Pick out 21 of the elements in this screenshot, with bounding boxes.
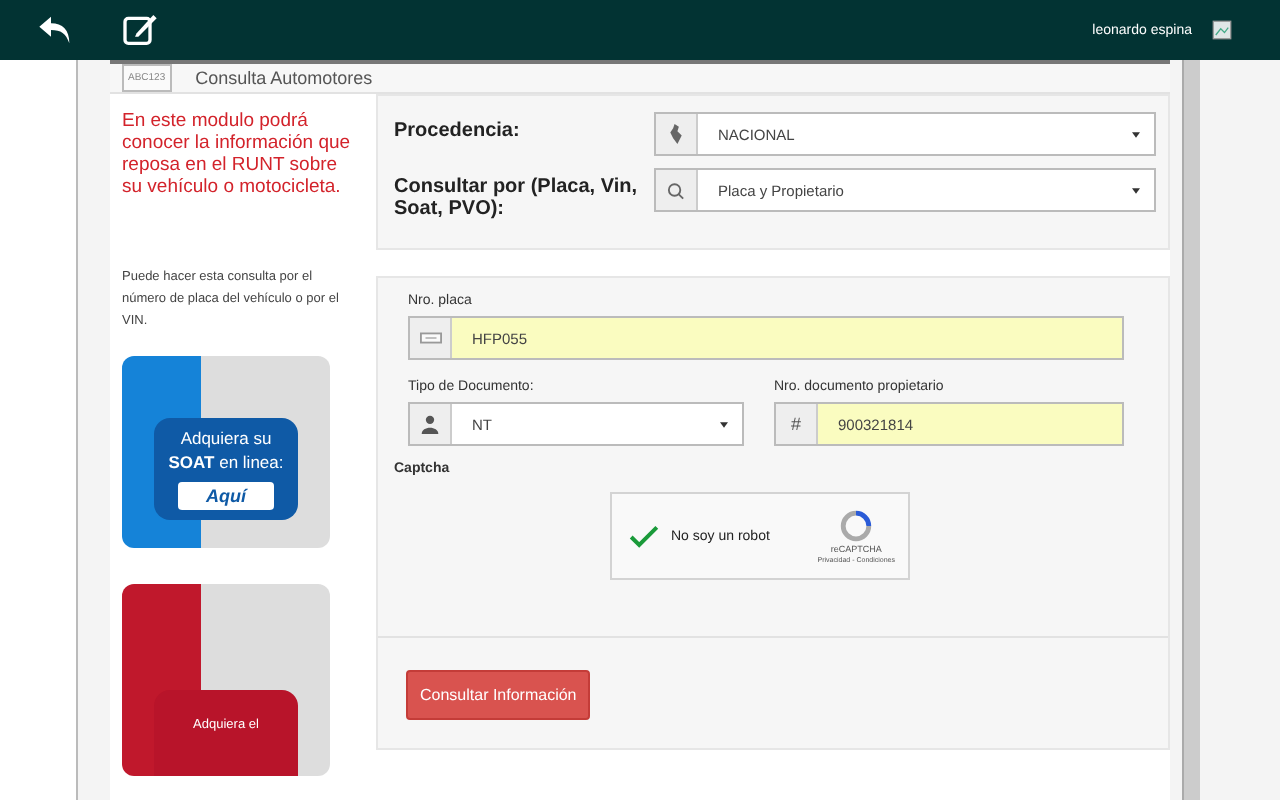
caret-icon bbox=[1132, 187, 1140, 193]
edit-icon[interactable] bbox=[120, 10, 160, 50]
field-label: Procedencia: bbox=[394, 118, 522, 142]
submit-button[interactable]: Consultar Información bbox=[406, 670, 591, 720]
checkmark-icon[interactable] bbox=[627, 523, 659, 549]
promo-button[interactable]: Aquí bbox=[178, 482, 274, 510]
promo-text: SOAT en linea: bbox=[168, 452, 284, 472]
intro-text: En este modulo podrá conocer la información que reposa en el RUNT sobre su vehículo o motocicleta. bbox=[122, 110, 353, 198]
person-icon bbox=[420, 414, 440, 434]
recaptcha-logo-icon bbox=[840, 509, 873, 541]
field-label: Consultar por (Placa, Vin, Soat, PVO): bbox=[394, 174, 640, 220]
broken-image-icon bbox=[1212, 20, 1232, 40]
soat-promo-banner[interactable]: Adquiera su SOAT en linea: Aquí bbox=[122, 356, 330, 548]
map-icon bbox=[666, 124, 686, 144]
promo-text: Adquiera su bbox=[180, 428, 272, 448]
search-icon bbox=[666, 180, 686, 200]
caret-icon bbox=[720, 421, 728, 427]
license-plate-icon bbox=[419, 332, 441, 344]
scrollbar[interactable] bbox=[1182, 60, 1200, 800]
page-title: Consulta Automotores bbox=[195, 68, 373, 88]
caret-icon bbox=[1132, 131, 1140, 137]
